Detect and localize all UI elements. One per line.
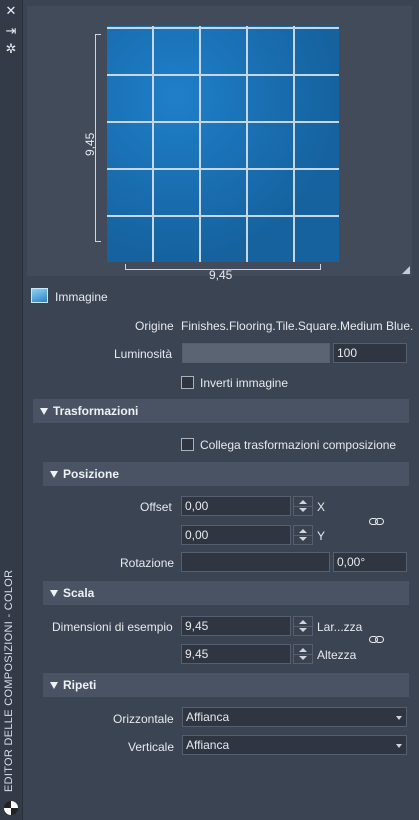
materials-editor-panel: 9,45 9,45 Immagine Origine Finishes.Floo… [23, 0, 419, 820]
brightness-slider[interactable] [182, 343, 330, 363]
section-position-label: Posizione [63, 467, 120, 481]
origin-value[interactable]: Finishes.Flooring.Tile.Square.Medium Blu… [181, 319, 413, 333]
section-scale-label: Scala [63, 586, 95, 600]
collapse-triangle-icon [50, 470, 58, 478]
collapse-triangle-icon [40, 407, 48, 415]
section-repeat-label: Ripeti [63, 678, 97, 692]
link-scale-icon[interactable] [369, 634, 384, 644]
palette-title: EDITOR DELLE COMPOSIZIONI - COLOR [3, 569, 15, 792]
section-scale[interactable]: Scala [43, 581, 409, 605]
horizontal-dropdown-value: Affianca [186, 710, 230, 724]
link-transforms-checkbox[interactable] [181, 438, 194, 451]
pin-icon[interactable]: ⇥ [4, 24, 18, 38]
height-label: Altezza [317, 648, 357, 662]
settings-icon[interactable]: ✲ [4, 42, 18, 56]
section-transforms[interactable]: Trasformazioni [33, 399, 409, 423]
collapse-triangle-icon [50, 589, 58, 597]
vertical-dropdown[interactable]: Affianca [182, 735, 407, 755]
left-strip: ✕ ⇥ ✲ EDITOR DELLE COMPOSIZIONI - COLOR [0, 0, 23, 820]
offset-y-label: Y [317, 529, 326, 543]
height-spinner[interactable] [293, 644, 313, 664]
horizontal-dropdown[interactable]: Affianca [182, 707, 407, 727]
invert-image-checkbox[interactable] [181, 376, 194, 389]
rotation-value[interactable]: 0,00° [333, 552, 407, 572]
section-transforms-label: Trasformazioni [53, 404, 139, 418]
height-input[interactable]: 9,45 [181, 644, 291, 664]
invert-image-label: Inverti immagine [200, 376, 289, 390]
width-input[interactable]: 9,45 [181, 616, 291, 636]
app-logo-icon [4, 801, 18, 815]
rotation-slider[interactable] [181, 552, 330, 572]
section-position[interactable]: Posizione [43, 462, 409, 486]
sample-size-label: Dimensioni di esempio [52, 620, 173, 634]
collapse-triangle-icon [50, 681, 58, 689]
offset-y-spinner[interactable] [293, 525, 313, 545]
width-label: Lar...zza [317, 620, 363, 634]
width-dimension-label: 9,45 [209, 268, 233, 282]
horizontal-label: Orizzontale [113, 712, 174, 726]
resize-grip-icon[interactable] [402, 266, 410, 274]
offset-x-label: X [317, 500, 326, 514]
link-offset-icon[interactable] [369, 516, 384, 526]
vertical-label: Verticale [128, 740, 175, 754]
offset-x-input[interactable]: 0,00 [181, 496, 291, 516]
width-spinner[interactable] [293, 616, 313, 636]
brightness-label: Luminosità [114, 347, 173, 361]
texture-preview: 9,45 9,45 [27, 6, 412, 282]
chevron-down-icon [396, 716, 402, 720]
offset-label: Offset [140, 500, 172, 514]
vertical-dropdown-value: Affianca [186, 738, 230, 752]
link-transforms-label: Collega trasformazioni composizione [200, 438, 397, 452]
offset-x-spinner[interactable] [293, 496, 313, 516]
offset-y-input[interactable]: 0,00 [181, 525, 291, 545]
section-repeat[interactable]: Ripeti [43, 673, 409, 697]
tile-texture-image [107, 26, 339, 262]
brightness-value[interactable]: 100 [333, 343, 407, 363]
chevron-down-icon [396, 744, 402, 748]
height-dimension-label: 9,45 [83, 132, 97, 156]
rotation-label: Rotazione [120, 556, 175, 570]
origin-label: Origine [135, 319, 174, 333]
close-icon[interactable]: ✕ [4, 4, 18, 18]
image-icon [31, 288, 48, 303]
image-header: Immagine [55, 290, 108, 304]
